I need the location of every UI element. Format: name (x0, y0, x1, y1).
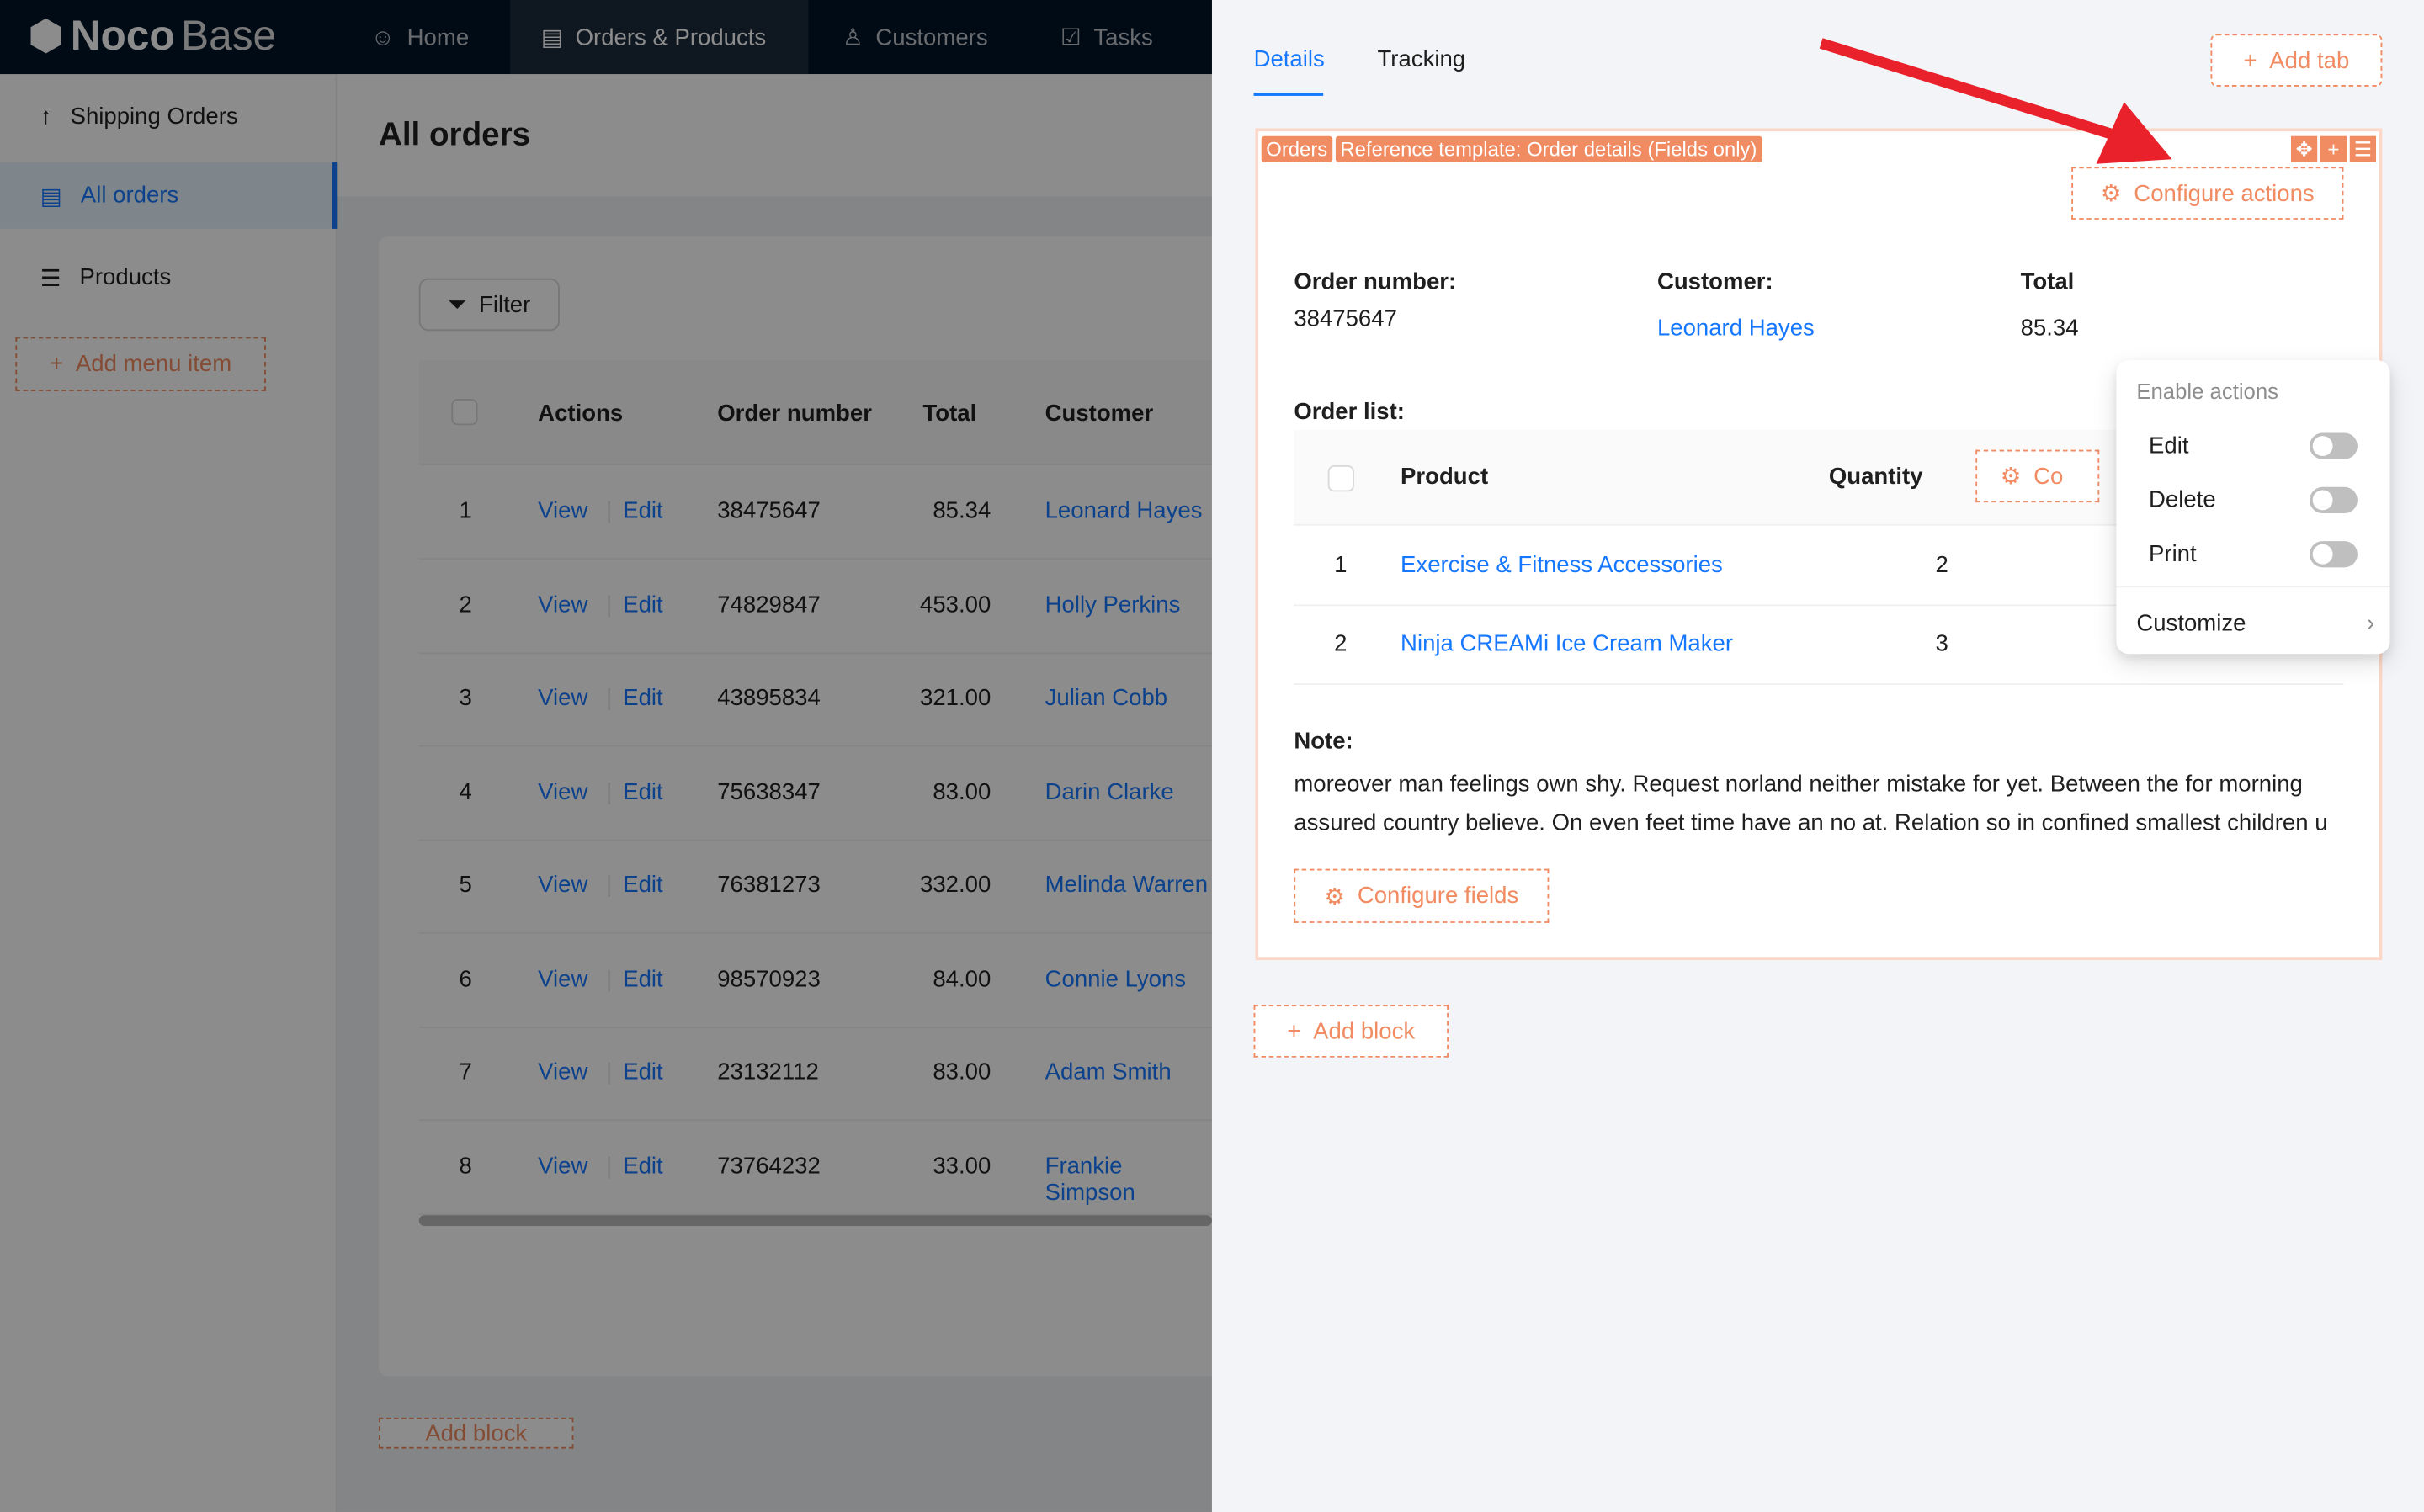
arrow-shaft (1819, 38, 2120, 141)
annotation-arrow (1819, 38, 2172, 164)
